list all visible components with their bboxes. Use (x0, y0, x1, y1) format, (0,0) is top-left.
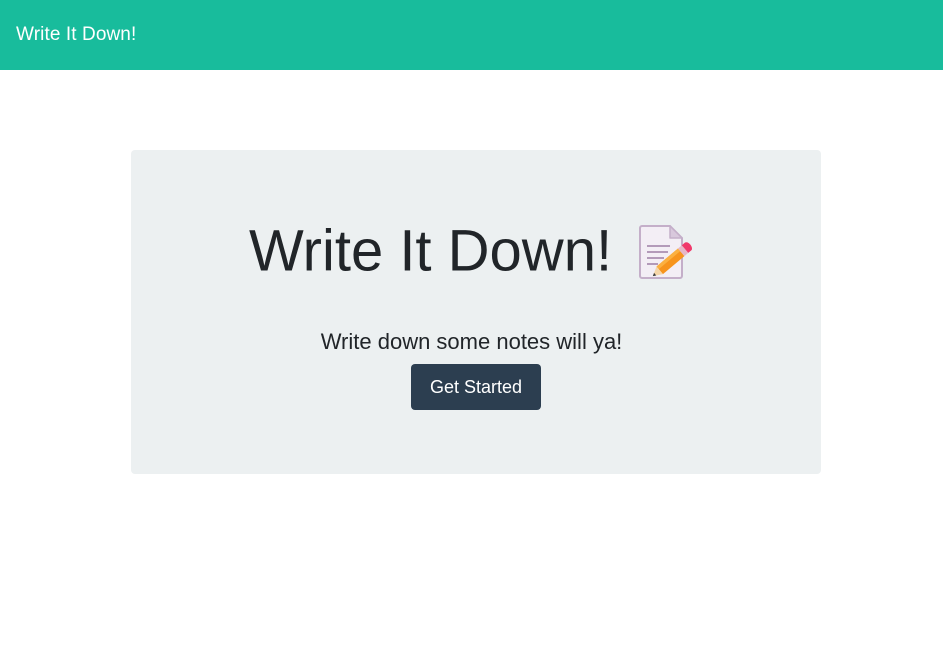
navbar-brand[interactable]: Write It Down! (16, 24, 136, 46)
navbar: Write It Down! (0, 0, 943, 70)
get-started-button[interactable]: Get Started (411, 364, 541, 410)
hero-subtitle: Write down some notes will ya! (320, 329, 623, 354)
hero-title: Write It Down! (0, 212, 943, 288)
memo-pencil-icon (634, 222, 694, 282)
hero-panel (131, 150, 821, 474)
hero-title-text: Write It Down! (248, 218, 613, 284)
